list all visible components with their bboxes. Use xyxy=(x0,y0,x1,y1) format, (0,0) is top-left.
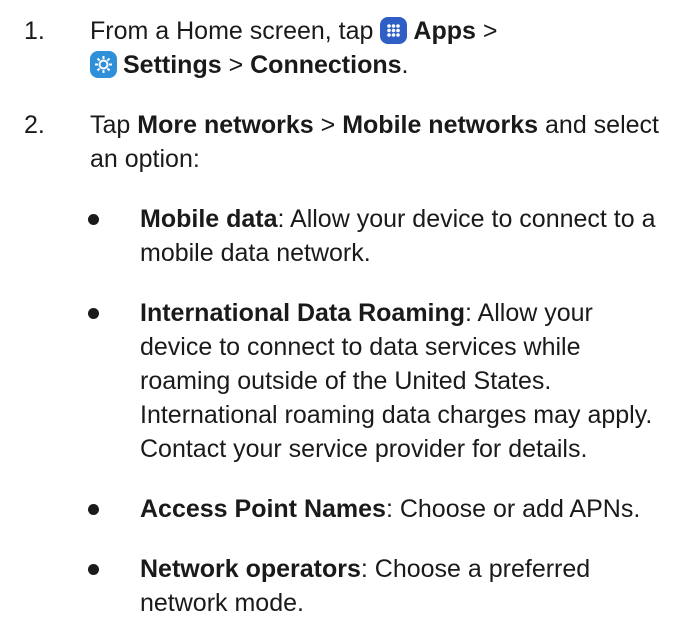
option-network-operators: Network operators: Choose a preferred ne… xyxy=(20,552,666,620)
bullet-icon xyxy=(88,564,99,575)
separator: > xyxy=(221,51,251,79)
option-title: Mobile data xyxy=(140,205,278,233)
mobile-networks-label: Mobile networks xyxy=(342,111,539,139)
settings-label: Settings xyxy=(123,51,222,79)
settings-gear-icon xyxy=(90,51,117,78)
option-title: International Data Roaming xyxy=(140,299,466,327)
option-title: Network operators xyxy=(140,555,361,583)
more-networks-label: More networks xyxy=(137,111,314,139)
step-1: 1. From a Home screen, tap Apps > Settin… xyxy=(20,14,666,82)
step-2: 2. Tap More networks > Mobile networks a… xyxy=(20,108,666,176)
option-text: : Choose or add APNs. xyxy=(385,495,641,523)
option-mobile-data: Mobile data: Allow your device to connec… xyxy=(20,202,666,270)
option-access-point-names: Access Point Names: Choose or add APNs. xyxy=(20,492,666,526)
option-body: International Data Roaming: Allow your d… xyxy=(140,296,666,466)
step-text-prefix: From a Home screen, tap xyxy=(90,17,374,45)
option-body: Network operators: Choose a preferred ne… xyxy=(140,552,666,620)
apps-grid-icon xyxy=(380,17,408,44)
bullet-icon xyxy=(88,214,99,225)
instructions-page: 1. From a Home screen, tap Apps > Settin… xyxy=(0,0,686,617)
step-text: From a Home screen, tap Apps > Settings … xyxy=(90,14,666,82)
separator: > xyxy=(313,111,343,139)
option-title: Access Point Names xyxy=(140,495,386,523)
connections-label: Connections xyxy=(250,51,402,79)
option-body: Mobile data: Allow your device to connec… xyxy=(140,202,656,270)
separator: > xyxy=(475,17,498,45)
step-text-prefix: Tap xyxy=(90,111,138,139)
option-body: Access Point Names: Choose or add APNs. xyxy=(140,492,666,526)
option-list: Mobile data: Allow your device to connec… xyxy=(20,202,666,620)
period: . xyxy=(401,51,409,79)
step-text: Tap More networks > Mobile networks and … xyxy=(90,108,666,176)
bullet-icon xyxy=(88,504,99,515)
option-international-data-roaming: International Data Roaming: Allow your d… xyxy=(20,296,666,466)
bullet-icon xyxy=(88,308,99,319)
apps-label: Apps xyxy=(413,17,476,45)
step-number: 2. xyxy=(24,111,45,139)
step-number: 1. xyxy=(24,17,45,45)
